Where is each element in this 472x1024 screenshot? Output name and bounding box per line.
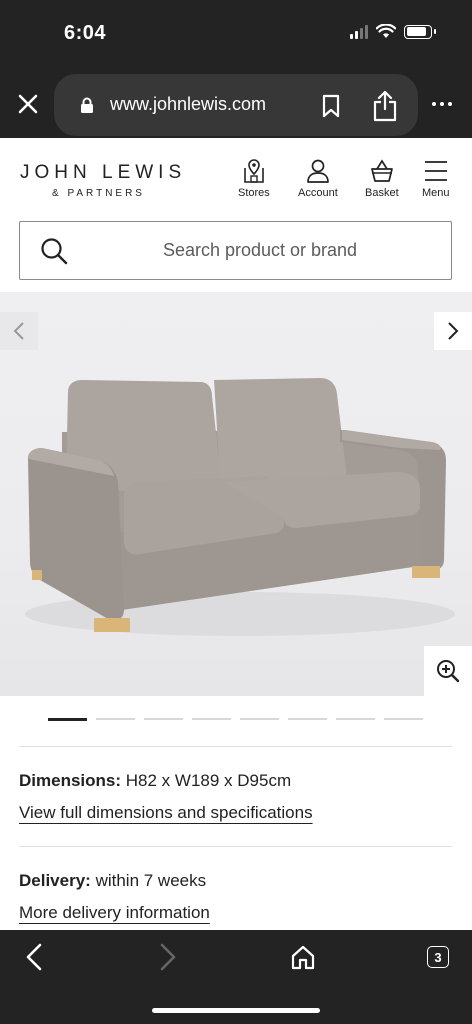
nav-label: Basket (365, 187, 399, 199)
store-icon (244, 159, 264, 183)
logo-main: JOHN LEWIS (20, 162, 187, 183)
tabs-count: 3 (434, 949, 442, 965)
address-bar[interactable]: www.johnlewis.com (54, 74, 418, 136)
zoom-in-icon (437, 660, 460, 683)
carousel-indicators[interactable] (48, 717, 423, 721)
home-icon[interactable] (290, 944, 316, 970)
nav-stores[interactable]: Stores (238, 158, 270, 199)
carousel-dot[interactable] (288, 718, 327, 720)
divider (19, 746, 452, 747)
tabs-button[interactable]: 3 (427, 946, 449, 968)
dimensions-value: H82 x W189 x D95cm (125, 771, 292, 790)
carousel-dot[interactable] (336, 718, 375, 720)
basket-icon (370, 159, 393, 182)
bookmark-icon[interactable] (322, 94, 340, 118)
carousel-dot[interactable] (192, 718, 231, 720)
dimensions-row: Dimensions: H82 x W189 x D95cm (19, 771, 291, 791)
delivery-row: Delivery: within 7 weeks (19, 871, 206, 891)
carousel-dot[interactable] (384, 718, 423, 720)
url-text: www.johnlewis.com (110, 94, 267, 114)
divider (19, 846, 452, 847)
nav-account[interactable]: Account (298, 158, 338, 199)
browser-bar: www.johnlewis.com (0, 70, 472, 138)
sofa-image (25, 378, 455, 636)
lock-icon (81, 97, 93, 113)
nav-menu[interactable]: Menu (422, 158, 450, 199)
account-icon (307, 159, 329, 183)
carousel-dot[interactable] (48, 717, 87, 721)
share-icon[interactable] (372, 90, 398, 122)
wifi-icon (376, 24, 396, 38)
next-image-button[interactable] (434, 312, 472, 350)
search-input[interactable] (80, 222, 440, 279)
product-image[interactable] (0, 292, 472, 696)
search-box[interactable] (19, 221, 452, 280)
back-icon[interactable] (22, 942, 46, 972)
chevron-left-icon (13, 322, 24, 340)
more-icon[interactable] (432, 102, 452, 106)
status-time: 6:04 (64, 22, 107, 44)
search-icon[interactable] (40, 237, 68, 265)
dimensions-label: Dimensions: (19, 771, 122, 790)
nav-basket[interactable]: Basket (365, 158, 399, 199)
chevron-right-icon (448, 322, 459, 340)
delivery-label: Delivery: (19, 871, 91, 890)
carousel-dot[interactable] (240, 718, 279, 720)
menu-icon (424, 161, 447, 181)
carousel-dot[interactable] (144, 718, 183, 720)
status-icons (350, 24, 436, 39)
logo-sub: & PARTNERS (52, 188, 145, 199)
carousel-dot[interactable] (96, 718, 135, 720)
signal-icon (350, 24, 368, 39)
nav-label: Menu (422, 187, 450, 199)
site-header: JOHN LEWIS & PARTNERS Stores Account Bas… (0, 138, 472, 218)
forward-icon[interactable] (156, 942, 180, 972)
home-indicator (152, 1008, 320, 1013)
nav-label: Stores (238, 187, 270, 199)
battery-icon (404, 24, 436, 39)
close-icon[interactable] (14, 90, 42, 118)
status-bar: 6:04 (0, 0, 472, 70)
site-logo[interactable]: JOHN LEWIS & PARTNERS (20, 162, 186, 199)
delivery-value: within 7 weeks (95, 871, 207, 890)
previous-image-button[interactable] (0, 312, 38, 350)
nav-label: Account (298, 187, 338, 199)
dimensions-link[interactable]: View full dimensions and specifications (19, 803, 313, 823)
zoom-button[interactable] (424, 646, 472, 696)
delivery-link[interactable]: More delivery information (19, 903, 210, 923)
